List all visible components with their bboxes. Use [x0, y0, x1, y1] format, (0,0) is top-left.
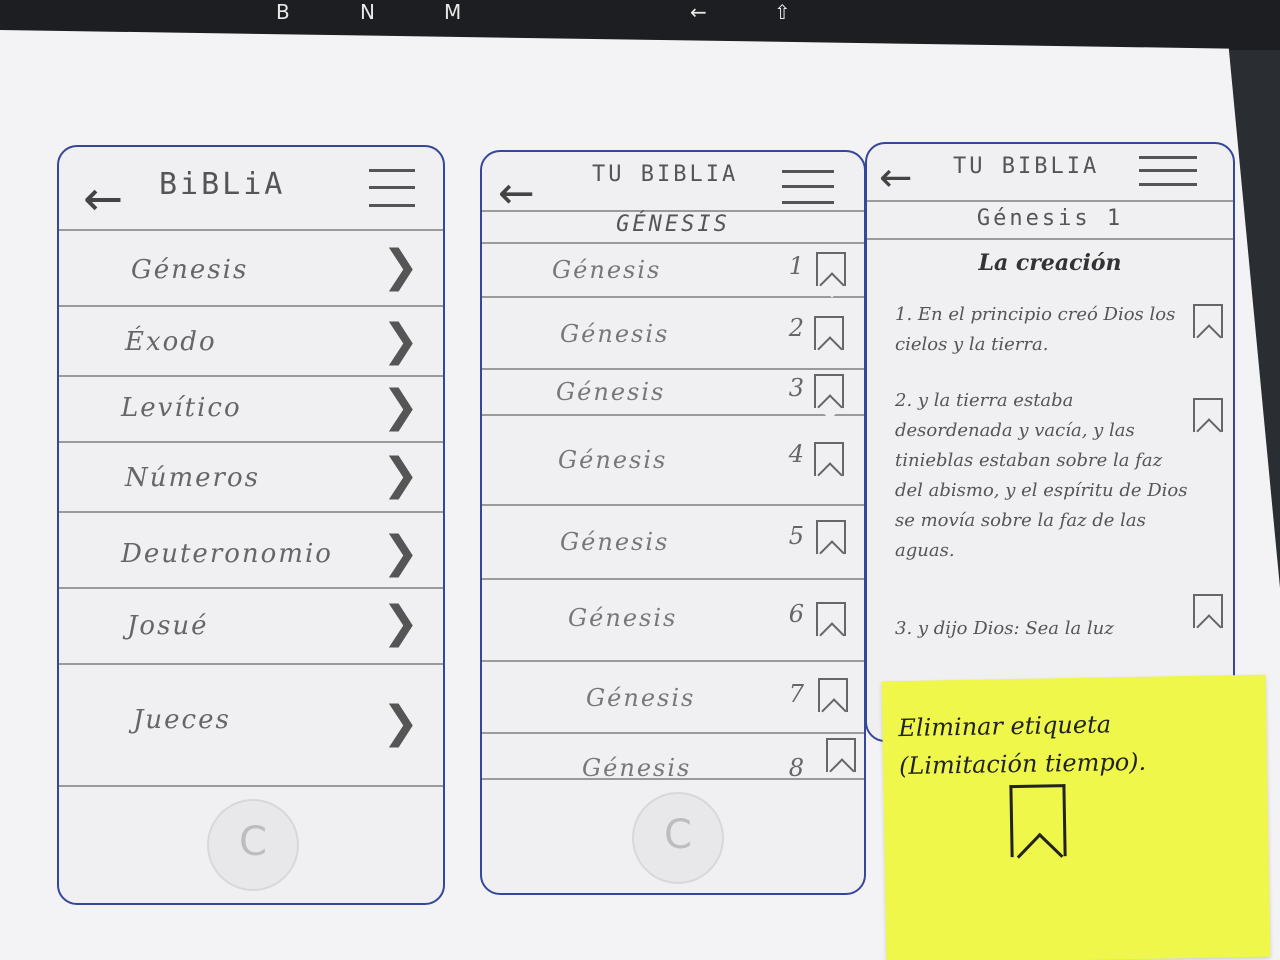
chevron-right-icon: ❯ [382, 241, 419, 292]
back-arrow-icon[interactable]: ← [498, 170, 535, 218]
verse-3: 3. y dijo Dios: Sea la luz [895, 618, 1114, 639]
book-label: Levítico [121, 393, 242, 423]
chapter-number: 7 [788, 680, 804, 708]
chevron-right-icon: ❯ [382, 381, 419, 432]
hamburger-menu-icon[interactable] [782, 170, 834, 204]
hamburger-menu-icon[interactable] [369, 169, 415, 207]
verse-1: 1. En el principio creó Dios los cielos … [895, 304, 1176, 355]
bookmark-icon[interactable] [1193, 304, 1223, 338]
book-row-josue[interactable]: Josué ❯ [59, 589, 443, 665]
chapter-row[interactable]: Génesis 8 [482, 734, 864, 780]
key-n: N [360, 0, 375, 24]
book-row-levitico[interactable]: Levítico ❯ [59, 377, 443, 443]
bookmark-icon[interactable] [816, 520, 846, 554]
verse-2: 2. y la tierra estaba desordenada y vací… [895, 390, 1188, 561]
bookmark-icon[interactable] [816, 602, 846, 636]
bookmark-icon[interactable] [1193, 594, 1223, 628]
hamburger-menu-icon[interactable] [1139, 156, 1197, 186]
home-button[interactable] [632, 792, 724, 884]
chapter-number: 4 [788, 440, 804, 468]
page-title: TU BIBLIA [592, 162, 739, 187]
chapter-number: 5 [788, 522, 804, 550]
book-label: Jueces [133, 705, 231, 735]
chapter-number: 8 [788, 754, 804, 780]
chevron-right-icon: ❯ [382, 697, 419, 748]
phone-chapter-reader: ← TU BIBLIA Génesis 1 La creación 1. En … [865, 142, 1235, 742]
chapter-row[interactable]: Génesis 1 [482, 244, 864, 298]
book-label: Deuteronomio [121, 539, 333, 569]
sticky-note: Eliminar etiqueta (Limitación tiempo). [881, 674, 1271, 960]
chapter-row[interactable]: Génesis 6 [482, 580, 864, 662]
chapter-number: 6 [788, 600, 804, 628]
home-button[interactable] [207, 799, 299, 891]
chevron-right-icon: ❯ [382, 449, 419, 500]
phone-book-list: ← BiBLiA Génesis ❯ Éxodo ❯ Levítico ❯ Nú… [57, 145, 445, 905]
book-row-jueces[interactable]: Jueces ❯ [59, 665, 443, 787]
chapter-label: Génesis [568, 604, 678, 632]
header: ← TU BIBLIA [482, 152, 864, 218]
chapter-label: Génesis [558, 446, 668, 474]
key-m: M [444, 0, 462, 24]
sticky-note-text: Eliminar etiqueta (Limitación tiempo). [898, 710, 1147, 781]
bookmark-icon[interactable] [814, 316, 844, 350]
bookmark-icon[interactable] [1193, 398, 1223, 432]
back-arrow-icon[interactable]: ← [879, 154, 913, 202]
chapter-row[interactable]: Génesis 5 [482, 506, 864, 580]
chapter-label: Génesis [560, 528, 670, 556]
chapter-row[interactable]: Génesis 2 [482, 298, 864, 370]
chapter-row[interactable]: Génesis 4 [482, 416, 864, 506]
key-b: B [276, 0, 290, 24]
book-row-deuteronomio[interactable]: Deuteronomio ❯ [59, 513, 443, 589]
book-subheader: GÉNESIS [482, 212, 864, 244]
section-title: La creación [978, 250, 1122, 276]
bookmark-icon[interactable] [814, 442, 844, 476]
chapter-label: Génesis [556, 378, 666, 406]
chapter-row[interactable]: Génesis 3 [482, 370, 864, 416]
chapter-heading: Génesis 1 [867, 202, 1233, 240]
book-row-genesis[interactable]: Génesis ❯ [59, 231, 443, 307]
book-row-exodo[interactable]: Éxodo ❯ [59, 307, 443, 377]
chapter-number: 2 [788, 314, 804, 342]
chapter-label: Génesis [552, 256, 662, 284]
header: ← BiBLiA [59, 147, 443, 231]
chapter-number: 3 [788, 374, 804, 402]
page-title: BiBLiA [159, 167, 286, 202]
bookmark-icon[interactable] [818, 678, 848, 712]
header: ← TU BIBLIA [867, 144, 1233, 202]
chapter-row[interactable]: Génesis 7 [482, 662, 864, 734]
bookmark-icon [1009, 784, 1067, 858]
chevron-right-icon: ❯ [382, 597, 419, 648]
chevron-right-icon: ❯ [382, 527, 419, 578]
book-label: Génesis [131, 255, 249, 285]
book-label: Números [125, 463, 260, 493]
book-label: Éxodo [125, 327, 217, 357]
bookmark-icon[interactable] [826, 738, 856, 772]
chevron-right-icon: ❯ [382, 315, 419, 366]
key-arrow: ← [690, 0, 707, 24]
back-arrow-icon[interactable]: ← [83, 175, 123, 223]
page-title: TU BIBLIA [953, 154, 1100, 179]
book-label: Josué [127, 611, 209, 641]
phone-chapter-list: ← TU BIBLIA GÉNESIS Génesis 1 Génesis 2 … [480, 150, 866, 895]
chapter-label: Génesis [560, 320, 670, 348]
bookmark-icon[interactable] [814, 374, 844, 408]
book-row-numeros[interactable]: Números ❯ [59, 443, 443, 513]
chapter-number: 1 [788, 252, 804, 280]
key-shift: ⇧ [774, 0, 791, 24]
chapter-label: Génesis [586, 684, 696, 712]
chapter-label: Génesis [582, 754, 692, 780]
bookmark-icon[interactable] [816, 252, 846, 286]
